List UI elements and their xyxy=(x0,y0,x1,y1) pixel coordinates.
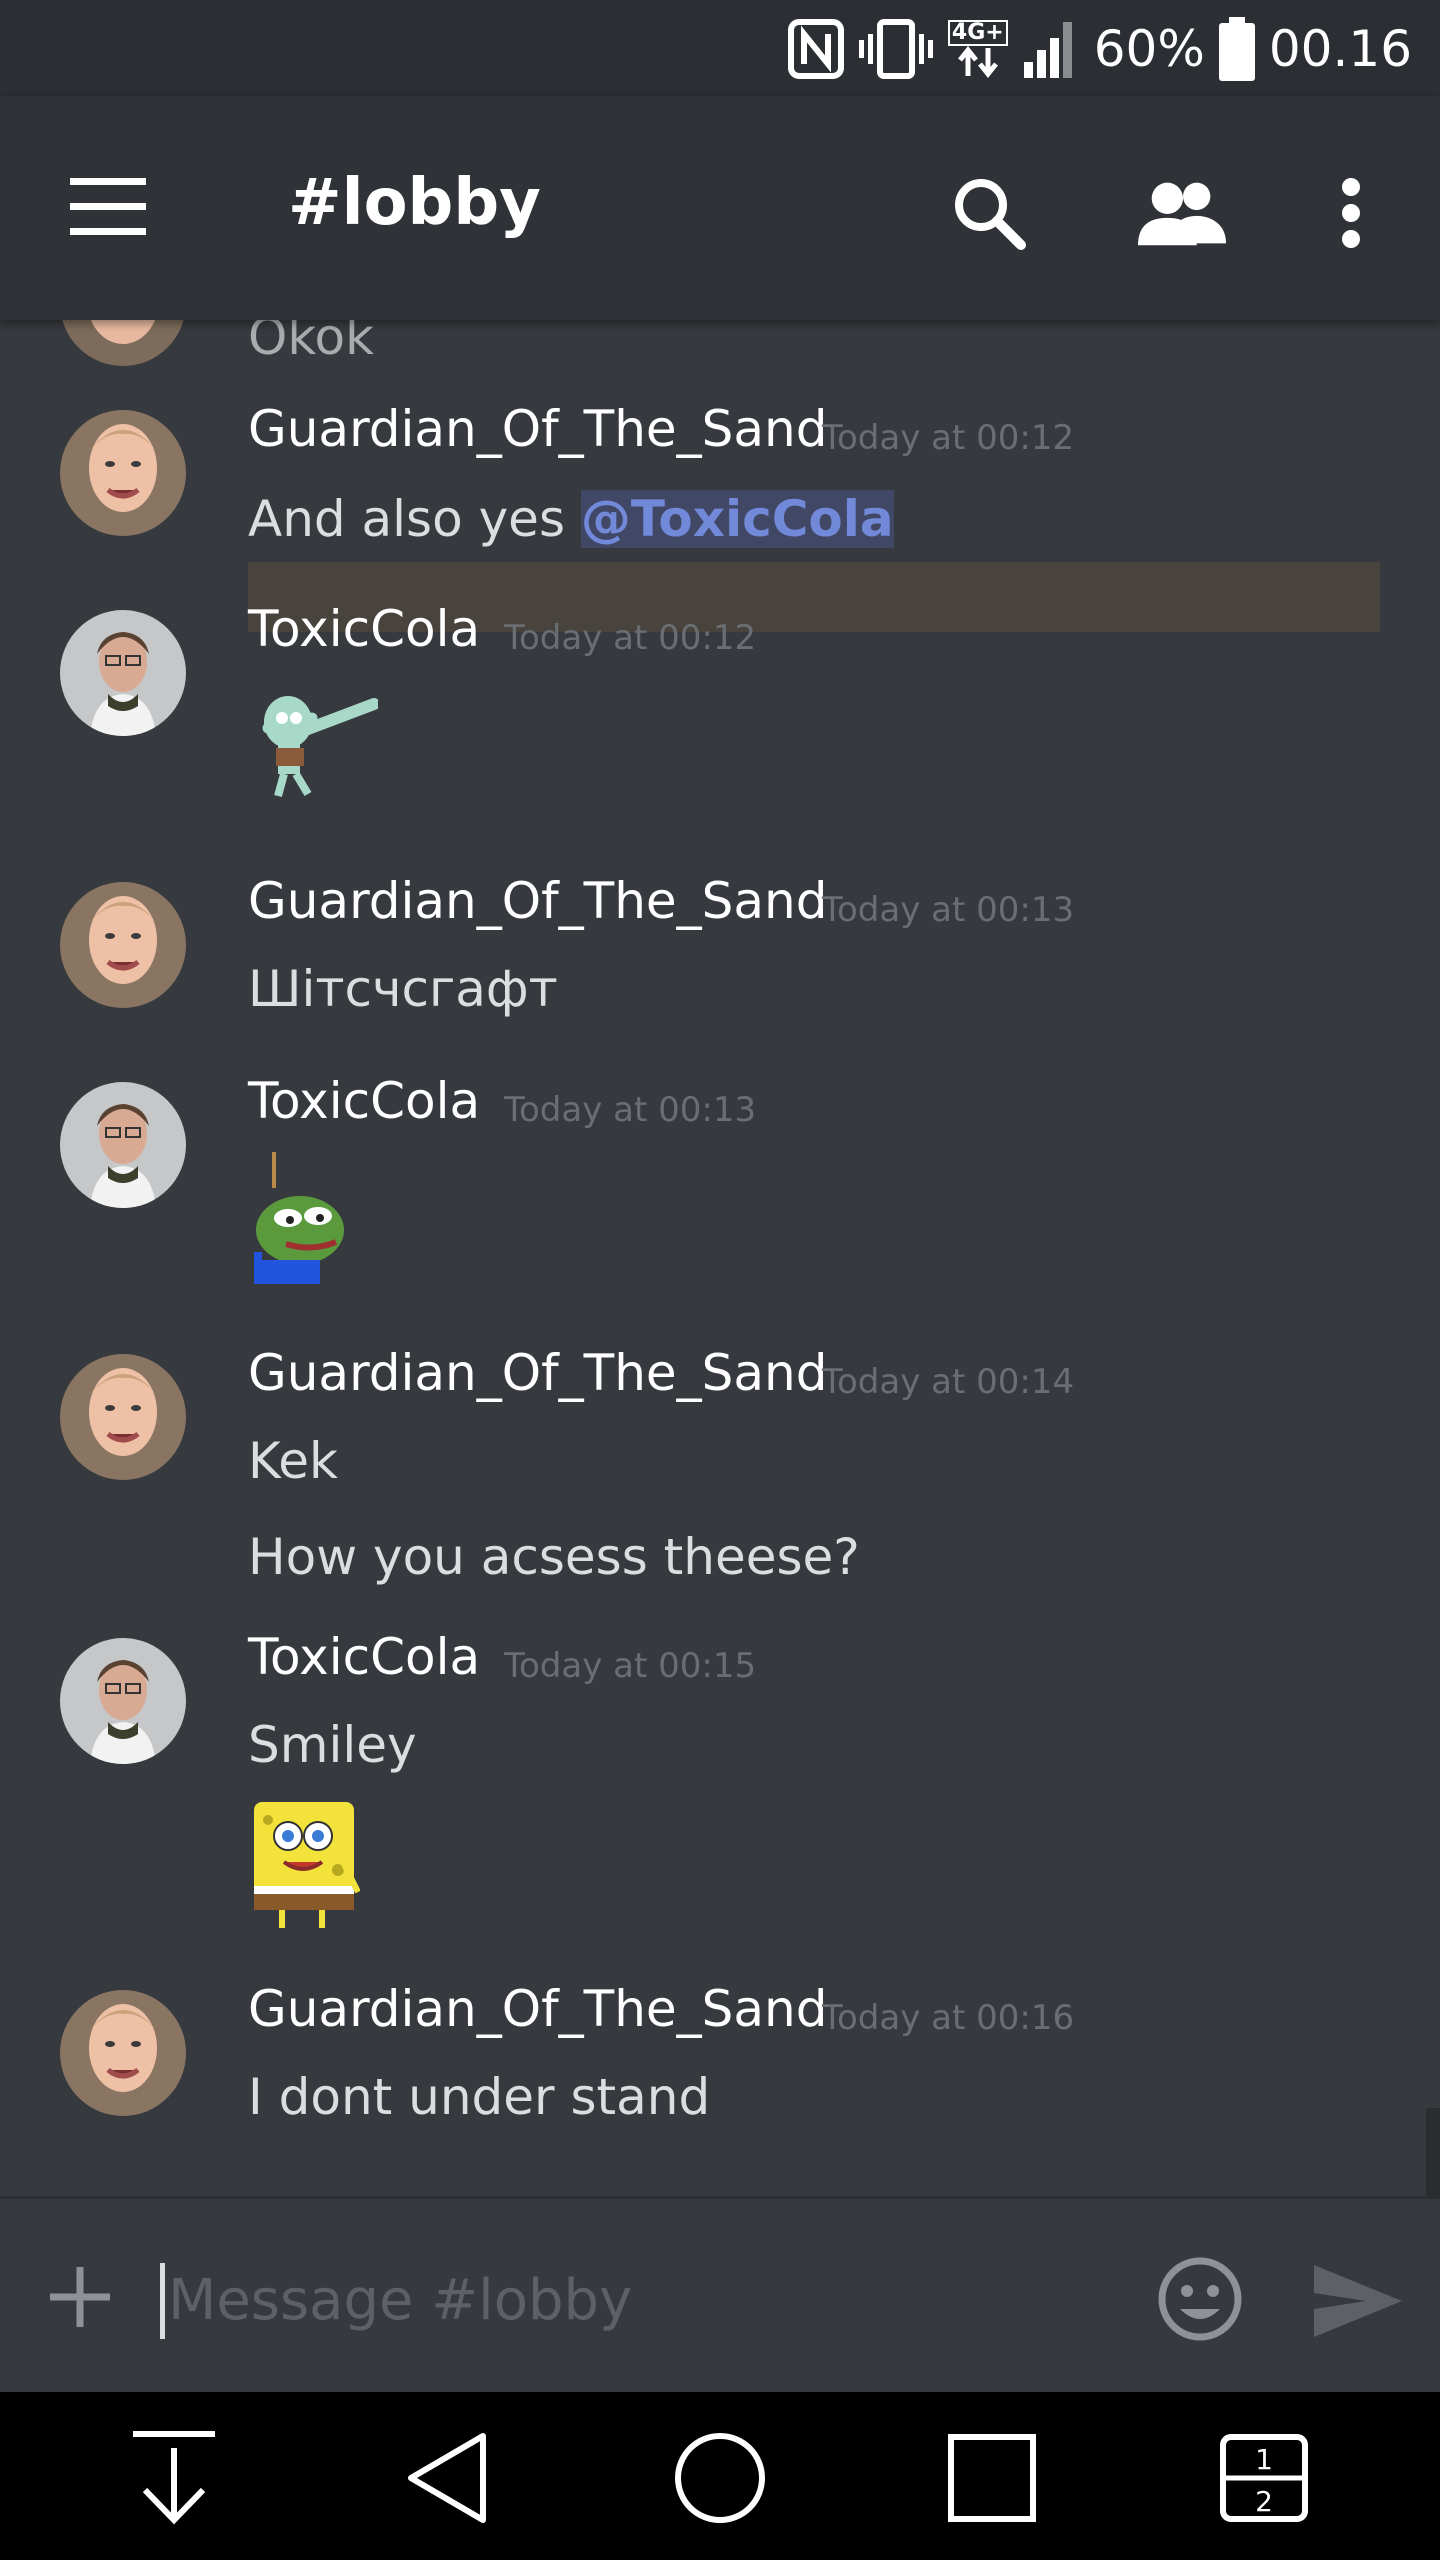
dual-window-bottom-label: 2 xyxy=(1255,2485,1273,2518)
avatar[interactable] xyxy=(60,1082,186,1208)
network-label: 4G+ xyxy=(947,20,1008,46)
timestamp: Today at 00:14 xyxy=(822,1362,1075,1402)
dual-window-top-label: 1 xyxy=(1255,2443,1273,2476)
message-text: Smiley xyxy=(248,1716,417,1774)
timestamp: Today at 00:13 xyxy=(504,1090,757,1130)
author-name[interactable]: ToxicCola xyxy=(248,1628,480,1686)
recents-icon[interactable] xyxy=(942,2428,1042,2528)
user-mention[interactable]: @ToxicCola xyxy=(580,490,894,548)
message-text: Okok xyxy=(248,320,375,366)
avatar[interactable] xyxy=(60,1638,186,1764)
back-icon[interactable] xyxy=(398,2428,498,2528)
timestamp: Today at 00:15 xyxy=(504,1646,757,1686)
notification-pull-icon[interactable] xyxy=(124,2428,224,2528)
emoji-picker-icon[interactable] xyxy=(1156,2255,1244,2343)
hamburger-menu-icon[interactable] xyxy=(70,176,150,238)
squidward-dab-sticker[interactable] xyxy=(248,688,380,802)
avatar[interactable] xyxy=(60,1990,186,2116)
overflow-menu-icon[interactable] xyxy=(1306,168,1396,258)
send-icon[interactable] xyxy=(1310,2261,1406,2341)
scrollbar-thumb[interactable] xyxy=(1426,2108,1440,2196)
avatar xyxy=(60,320,186,366)
message-text: And also yes @ToxicCola xyxy=(248,490,894,548)
message-text: I dont under stand xyxy=(248,2068,711,2126)
author-name[interactable]: Guardian_Of_The_Sand xyxy=(248,400,827,458)
author-name[interactable]: ToxicCola xyxy=(248,1072,480,1130)
add-attachment-button[interactable] xyxy=(40,2257,120,2337)
message-text: Шітсчсгафт xyxy=(248,960,558,1018)
message-text: How you acsess theese? xyxy=(248,1528,860,1586)
avatar[interactable] xyxy=(60,882,186,1008)
author-name[interactable]: Guardian_Of_The_Sand xyxy=(248,1344,827,1402)
timestamp: Today at 00:16 xyxy=(822,1998,1075,2038)
sad-pepe-frog-sticker[interactable] xyxy=(248,1152,368,1290)
avatar[interactable] xyxy=(60,610,186,736)
author-name[interactable]: Guardian_Of_The_Sand xyxy=(248,872,827,930)
status-bar: 4G+ 60% 00.16 xyxy=(0,0,1440,96)
text-caret xyxy=(160,2263,165,2339)
message-composer xyxy=(0,2196,1440,2395)
spongebob-sticker[interactable] xyxy=(248,1800,361,1936)
author-name[interactable]: ToxicCola xyxy=(248,600,480,658)
search-icon[interactable] xyxy=(944,168,1034,258)
channel-title: #lobby xyxy=(288,166,541,240)
timestamp: Today at 00:13 xyxy=(822,890,1075,930)
timestamp: Today at 00:12 xyxy=(504,618,757,658)
signal-icon xyxy=(1022,18,1080,80)
dual-window-icon[interactable]: 12 xyxy=(1214,2428,1314,2528)
home-icon[interactable] xyxy=(670,2428,770,2528)
battery-icon xyxy=(1218,17,1255,81)
message-text: Kek xyxy=(248,1432,339,1490)
nfc-icon xyxy=(787,19,844,79)
app-bar: #lobby xyxy=(0,96,1440,320)
message-input[interactable] xyxy=(166,2247,1130,2353)
timestamp: Today at 00:12 xyxy=(822,418,1075,458)
battery-percent: 60% xyxy=(1093,20,1205,78)
message-list[interactable]: Okok Guardian_Of_The_Sand Today at 00:12… xyxy=(0,320,1440,2196)
message-text-body: And also yes xyxy=(248,490,581,548)
author-name[interactable]: Guardian_Of_The_Sand xyxy=(248,1980,827,2038)
system-nav-bar: 12 xyxy=(0,2392,1440,2560)
vibrate-icon xyxy=(858,18,934,80)
avatar[interactable] xyxy=(60,410,186,536)
clock: 00.16 xyxy=(1268,20,1412,78)
avatar[interactable] xyxy=(60,1354,186,1480)
network-4g-icon: 4G+ xyxy=(947,20,1008,78)
members-icon[interactable] xyxy=(1138,168,1228,258)
